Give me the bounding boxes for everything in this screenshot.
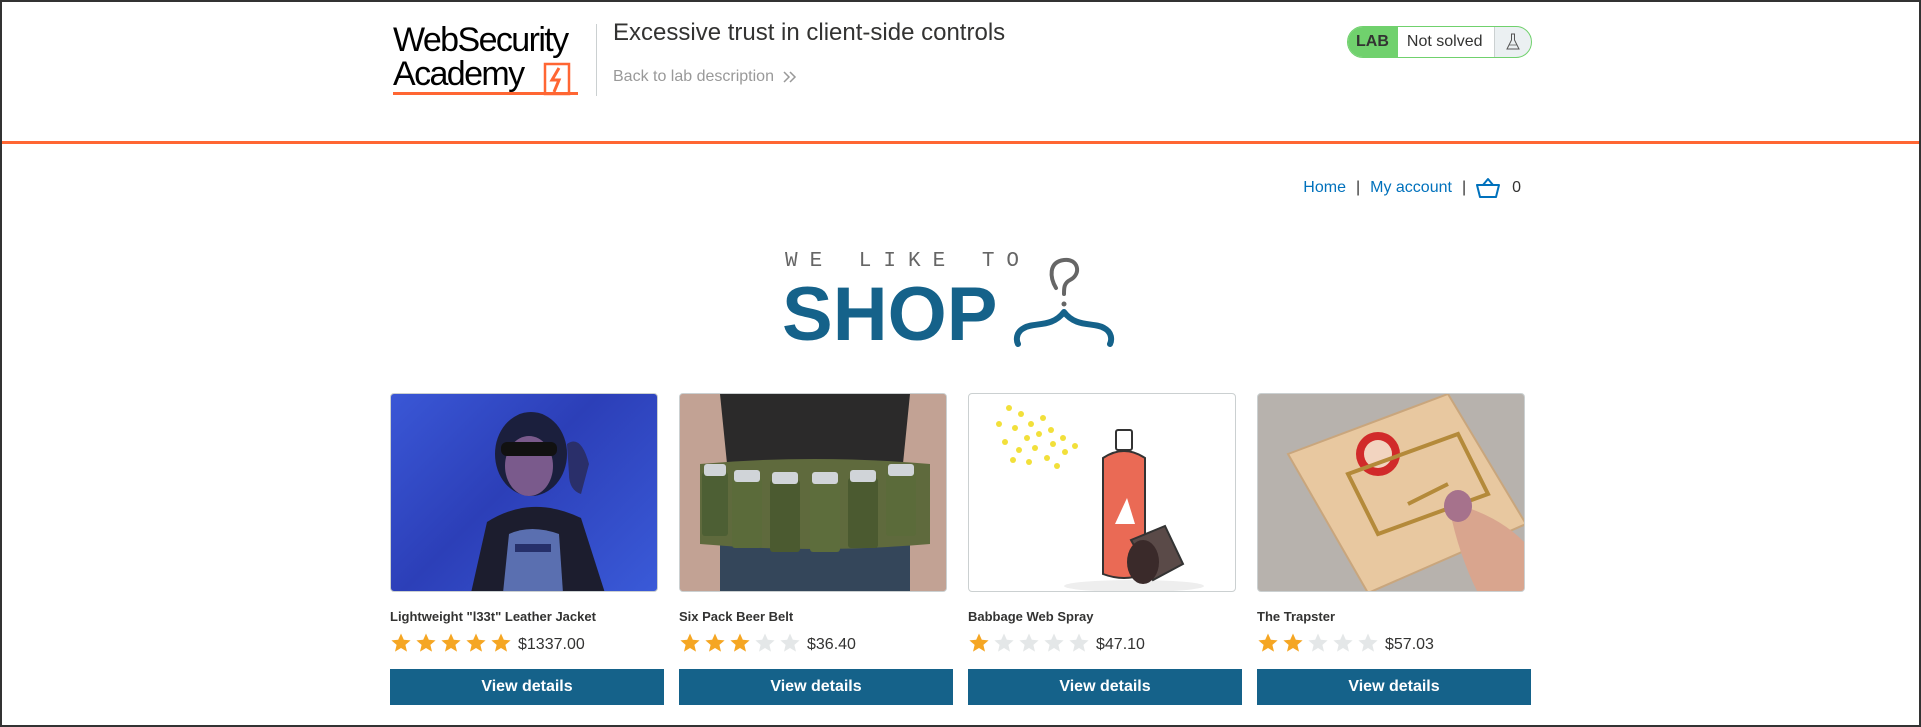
star-filled-icon	[705, 633, 725, 652]
star-empty-icon	[1333, 633, 1353, 652]
product-image-art	[996, 405, 1204, 591]
product-image-web-spray[interactable]	[968, 393, 1236, 592]
cart-icon[interactable]	[1476, 177, 1501, 199]
product-image-beer-belt[interactable]	[679, 393, 947, 592]
hanger-icon	[1013, 257, 1115, 347]
view-details-button[interactable]: View details	[679, 669, 953, 705]
header-divider	[596, 24, 597, 96]
star-filled-icon	[969, 633, 989, 652]
product-image-leather-jacket[interactable]	[390, 393, 658, 592]
product-name: Six Pack Beer Belt	[679, 609, 794, 624]
star-filled-icon	[441, 633, 461, 652]
star-filled-icon	[730, 633, 750, 652]
shop-nav: Home | My account | 0	[1303, 177, 1521, 199]
lab-badge: LAB	[1348, 27, 1398, 57]
product-rating-row: $57.03	[1257, 630, 1530, 656]
star-filled-icon	[1258, 633, 1278, 652]
product-image-art	[471, 412, 605, 591]
product-card: Lightweight "l33t" Leather Jacket $1337.…	[390, 393, 664, 705]
star-empty-icon	[755, 633, 775, 652]
hero-title: SHOP	[782, 272, 998, 357]
view-details-button[interactable]: View details	[968, 669, 1242, 705]
logo-text-line1: WebSecurity	[393, 21, 569, 59]
product-rating	[679, 632, 801, 654]
cart-count: 0	[1512, 179, 1521, 196]
product-rating-row: $47.10	[968, 630, 1241, 656]
lab-status-text: Not solved	[1397, 27, 1496, 57]
flask-icon-container[interactable]	[1495, 27, 1531, 57]
product-image-trapster[interactable]	[1257, 393, 1525, 592]
star-empty-icon	[1019, 633, 1039, 652]
academy-header: WebSecurity Academy Excessive trust in c…	[2, 2, 1919, 144]
product-price: $47.10	[1096, 636, 1145, 653]
shop-hero-banner: WE LIKE TO SHOP	[780, 240, 1140, 357]
product-rating-row: $36.40	[679, 630, 952, 656]
star-filled-icon	[416, 633, 436, 652]
nav-home-link[interactable]: Home	[1303, 179, 1346, 197]
product-price: $1337.00	[518, 636, 585, 653]
nav-separator: |	[1461, 179, 1467, 196]
star-filled-icon	[680, 633, 700, 652]
product-price: $36.40	[807, 636, 856, 653]
star-empty-icon	[780, 633, 800, 652]
star-filled-icon	[491, 633, 511, 652]
view-details-button[interactable]: View details	[1257, 669, 1531, 705]
back-to-lab-description-link[interactable]: Back to lab description	[613, 68, 798, 86]
product-card: Six Pack Beer Belt $36.40 View details	[679, 393, 953, 705]
product-price: $57.03	[1385, 636, 1434, 653]
nav-my-account-link[interactable]: My account	[1370, 179, 1452, 197]
star-filled-icon	[1283, 633, 1303, 652]
flask-icon	[1506, 33, 1521, 50]
product-rating	[968, 632, 1090, 654]
nav-separator: |	[1355, 179, 1361, 196]
product-card: The Trapster $57.03 View details	[1257, 393, 1531, 705]
product-grid: Lightweight "l33t" Leather Jacket $1337.…	[390, 393, 1531, 705]
logo-text-line2: Academy	[393, 55, 525, 93]
double-chevron-right-icon	[783, 71, 797, 83]
star-empty-icon	[1069, 633, 1089, 652]
product-rating	[390, 632, 512, 654]
logo-underline	[393, 92, 578, 95]
web-security-academy-logo[interactable]: WebSecurity Academy	[393, 22, 593, 100]
product-name: Babbage Web Spray	[968, 609, 1094, 624]
star-empty-icon	[1308, 633, 1328, 652]
lab-status-widget: LAB Not solved	[1347, 26, 1532, 58]
product-rating	[1257, 632, 1379, 654]
product-card: Babbage Web Spray $47.10 View details	[968, 393, 1242, 705]
lab-title: Excessive trust in client-side controls	[613, 19, 1006, 46]
star-empty-icon	[1044, 633, 1064, 652]
back-link-label: Back to lab description	[613, 68, 774, 85]
product-name: The Trapster	[1257, 609, 1336, 624]
product-name: Lightweight "l33t" Leather Jacket	[390, 609, 596, 624]
star-empty-icon	[994, 633, 1014, 652]
star-filled-icon	[391, 633, 411, 652]
product-image-art	[1286, 394, 1524, 591]
star-empty-icon	[1358, 633, 1378, 652]
star-filled-icon	[466, 633, 486, 652]
product-image-art	[680, 394, 946, 591]
product-rating-row: $1337.00	[390, 630, 663, 656]
logo-bolt-icon	[543, 62, 571, 96]
view-details-button[interactable]: View details	[390, 669, 664, 705]
